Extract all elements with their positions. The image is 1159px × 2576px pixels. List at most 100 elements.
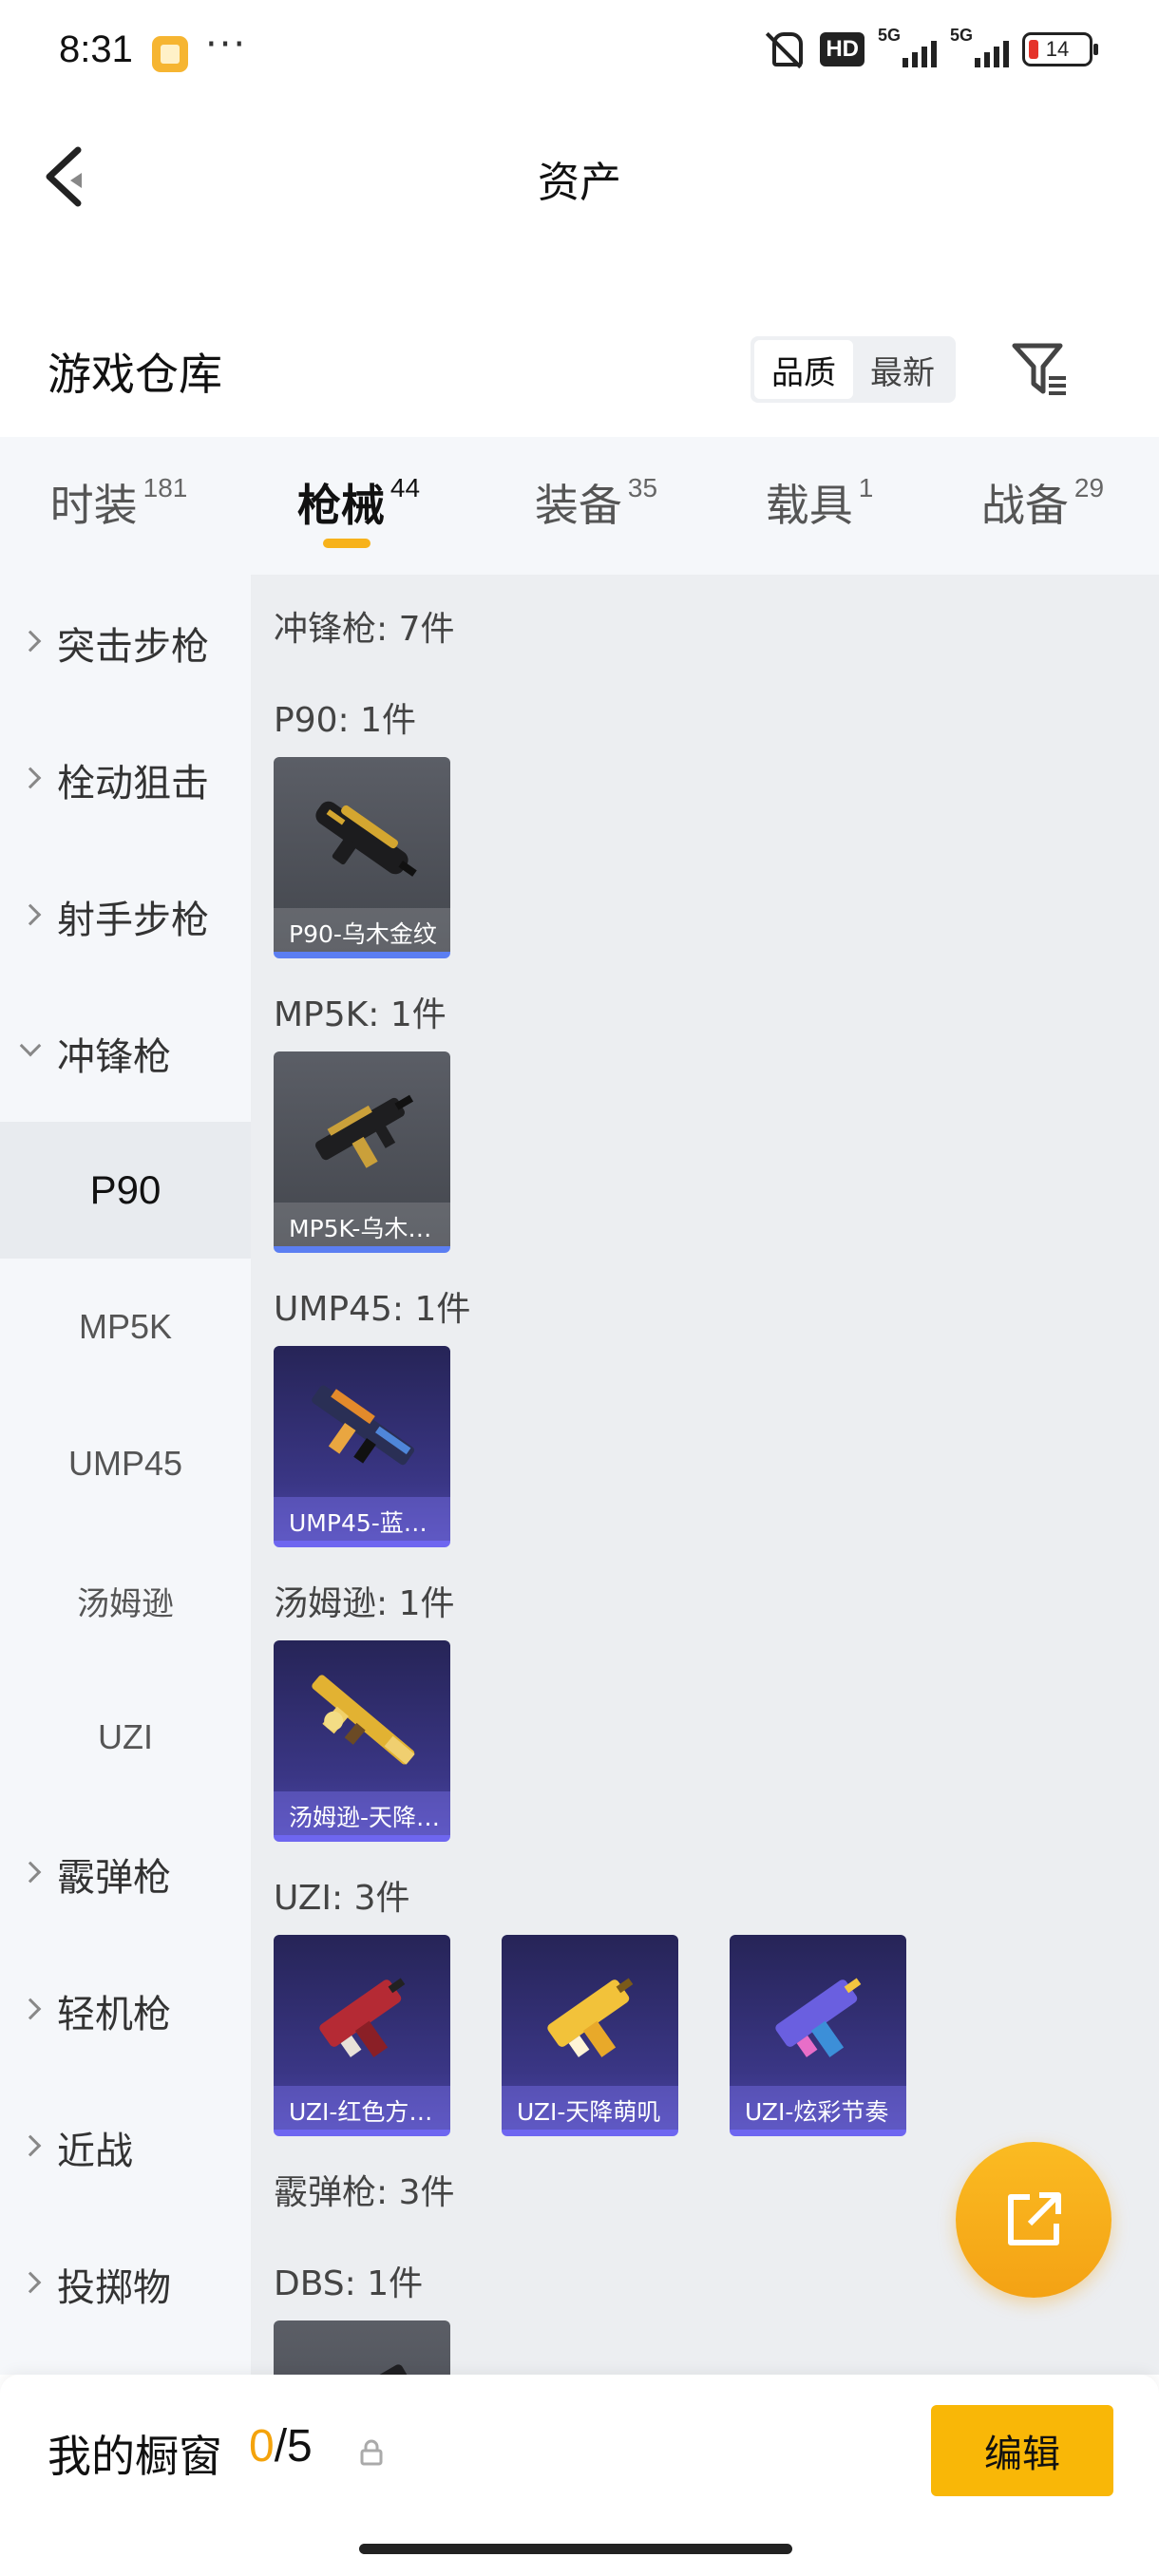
sidebar-subitem-p90[interactable]: P90	[0, 1122, 251, 1259]
sidebar-subitem-thompson[interactable]: 汤姆逊	[0, 1532, 251, 1669]
chevron-right-icon	[19, 2271, 42, 2294]
sidebar-subitem-uzi[interactable]: UZI	[0, 1669, 251, 1806]
signal-icon-2: 5G	[950, 26, 1009, 67]
item-card-label: 汤姆逊-天降…	[274, 1791, 450, 1835]
sidebar-item-lmg[interactable]: 轻机枪	[0, 1942, 251, 2079]
sidebar-subitem-ump45[interactable]: UMP45	[0, 1395, 251, 1532]
showcase-label: 我的橱窗	[48, 2431, 222, 2482]
item-card[interactable]: P90-乌木金纹	[274, 757, 450, 958]
item-card[interactable]: UZI-天降萌叽	[502, 1935, 678, 2136]
more-notifications-icon: ···	[205, 23, 248, 66]
tab-label: 时装	[49, 480, 138, 531]
share-button[interactable]	[956, 2142, 1112, 2298]
sidebar-item-marksman-rifle[interactable]: 射手步枪	[0, 848, 251, 985]
item-card-label: UZI-红色方…	[274, 2086, 450, 2130]
sidebar-item-label: 冲锋枪	[57, 1035, 171, 1079]
item-card-label: MP5K-乌木…	[274, 1203, 450, 1246]
showcase-current: 0	[249, 2421, 275, 2472]
dbs-weapon-image	[311, 2364, 409, 2375]
group-title-mp5k: MP5K: 1件	[274, 995, 446, 1034]
chevron-right-icon	[19, 2134, 42, 2157]
tab-count: 35	[627, 473, 658, 502]
sidebar-item-label: 轻机枪	[57, 1993, 171, 2036]
status-icons: HD 5G 5G 14	[763, 26, 1098, 70]
battery-level: 14	[1045, 37, 1070, 61]
uzi-weapon-image	[319, 1978, 406, 2057]
item-card-label: UZI-天降萌叽	[502, 2086, 678, 2130]
sidebar-item-shotgun[interactable]: 霰弹枪	[0, 1806, 251, 1942]
network-label: 5G	[878, 26, 902, 45]
sidebar-item-smg[interactable]: 冲锋枪	[0, 985, 251, 1122]
item-card[interactable]: UZI-炫彩节奏	[730, 1935, 906, 2136]
sidebar-subitem-label: UZI	[98, 1717, 153, 1756]
section-title-shotgun: 霰弹枪: 3件	[274, 2173, 455, 2212]
sidebar-item-label: 栓动狙击	[57, 762, 209, 805]
showcase-total: /5	[274, 2421, 313, 2472]
item-card-label: UZI-炫彩节奏	[730, 2086, 906, 2130]
item-grid: 冲锋枪: 7件 P90: 1件 P90-乌木金纹 MP5K: 1件 MP5K-乌…	[251, 575, 1159, 2375]
sidebar-item-assault-rifle[interactable]: 突击步枪	[0, 575, 251, 711]
sidebar-subitem-label: MP5K	[78, 1307, 173, 1346]
sort-by-newest[interactable]: 最新	[853, 340, 952, 399]
sidebar-subitem-mp5k[interactable]: MP5K	[0, 1259, 251, 1395]
filter-button[interactable]	[1007, 336, 1074, 403]
notification-app-icon	[152, 36, 188, 72]
item-card[interactable]	[274, 2320, 450, 2375]
thompson-weapon-image	[312, 1675, 415, 1765]
home-indicator[interactable]	[359, 2544, 792, 2554]
sidebar-item-label: 近战	[57, 2130, 133, 2173]
item-card[interactable]: MP5K-乌木…	[274, 1051, 450, 1253]
top-nav: 资产	[0, 104, 1159, 247]
tab-equipment[interactable]: 装备 35	[480, 437, 712, 575]
sidebar-item-melee[interactable]: 近战	[0, 2079, 251, 2216]
ump45-weapon-image	[312, 1385, 415, 1466]
sidebar-item-bolt-sniper[interactable]: 栓动狙击	[0, 711, 251, 848]
battery-icon: 14	[1022, 32, 1098, 66]
sidebar-item-label: 霰弹枪	[57, 1856, 171, 1900]
group-title-dbs: DBS: 1件	[274, 2264, 424, 2303]
tab-count: 29	[1074, 473, 1105, 502]
uzi-weapon-image	[775, 1978, 862, 2057]
tab-label: 载具	[765, 480, 853, 531]
sidebar-item-throwable[interactable]: 投掷物	[0, 2216, 251, 2353]
section-title-smg: 冲锋枪: 7件	[274, 610, 455, 649]
sidebar-subitem-label: UMP45	[67, 1444, 183, 1483]
category-tabs: 时装 181 枪械 44 装备 35 载具 1 战备 29	[0, 437, 1159, 575]
chevron-right-icon	[19, 630, 42, 653]
sidebar-subitem-label: P90	[89, 1167, 162, 1212]
sort-by-quality[interactable]: 品质	[754, 340, 853, 399]
tab-vehicles[interactable]: 载具 1	[712, 437, 926, 575]
tab-guns[interactable]: 枪械 44	[238, 437, 480, 575]
item-card[interactable]: UZI-红色方…	[274, 1935, 450, 2136]
chevron-right-icon	[19, 1998, 42, 2020]
warehouse-title: 游戏仓库	[48, 349, 222, 400]
tab-label: 装备	[534, 480, 622, 531]
edit-button[interactable]: 编辑	[931, 2405, 1113, 2496]
uzi-weapon-image	[547, 1978, 634, 2057]
tab-count: 44	[390, 473, 421, 502]
sidebar-item-label: 射手步枪	[57, 899, 209, 942]
showcase-count: 0/5	[249, 2420, 313, 2472]
group-title-ump45: UMP45: 1件	[274, 1290, 471, 1329]
tab-count: 1	[858, 473, 874, 502]
sidebar-subitem-label: 汤姆逊	[77, 1584, 174, 1623]
chevron-right-icon	[19, 903, 42, 926]
share-external-icon	[1008, 2192, 1061, 2245]
tab-fashion[interactable]: 时装 181	[0, 437, 238, 575]
tab-supplies[interactable]: 战备 29	[926, 437, 1159, 575]
tab-count: 181	[142, 473, 188, 502]
item-card[interactable]: 汤姆逊-天降…	[274, 1640, 450, 1842]
mp5k-weapon-image	[315, 1094, 414, 1168]
weapon-type-sidebar: 突击步枪 栓动狙击 射手步枪 冲锋枪 P90 MP5K UMP45 汤姆逊 UZ…	[0, 575, 251, 2375]
item-card[interactable]: UMP45-蓝…	[274, 1346, 450, 1547]
network-label-2: 5G	[950, 26, 974, 45]
lock-icon	[360, 2439, 383, 2466]
item-card-label: P90-乌木金纹	[274, 908, 450, 952]
tab-label: 枪械	[296, 480, 385, 531]
status-bar: 8:31 ··· HD 5G 5G 14	[0, 0, 1159, 104]
chevron-right-icon	[19, 1861, 42, 1884]
warehouse-header: 游戏仓库 品质 最新	[0, 313, 1159, 427]
tab-label: 战备	[980, 480, 1069, 531]
group-title-uzi: UZI: 3件	[274, 1879, 410, 1918]
sort-toggle: 品质 最新	[750, 336, 956, 403]
